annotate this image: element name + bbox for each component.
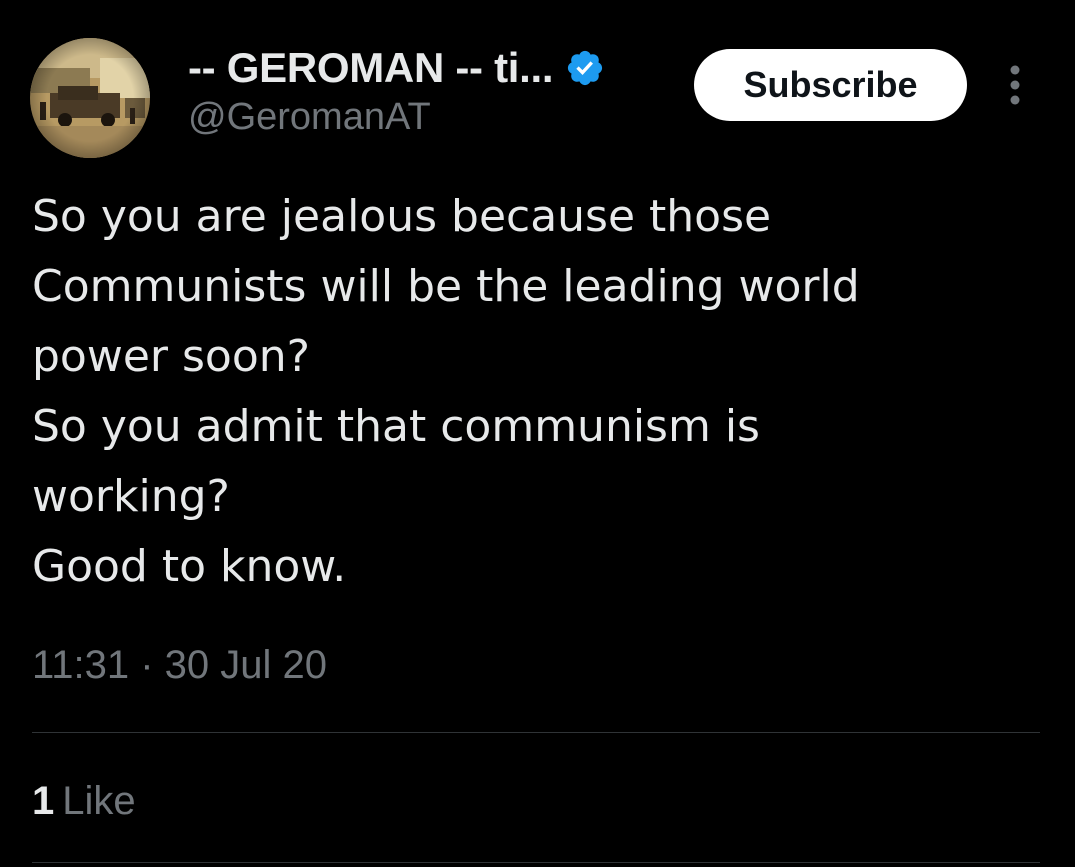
divider <box>32 732 1040 733</box>
avatar-photo-icon <box>30 38 150 158</box>
like-label: Like <box>62 779 136 823</box>
more-vertical-icon[interactable] <box>1000 62 1030 108</box>
like-count: 1 <box>32 779 55 823</box>
author-name-row: -- GEROMAN -- ti... <box>188 40 605 96</box>
tweet-text: So you are jealous because those Communi… <box>32 191 860 592</box>
author-display-name[interactable]: -- GEROMAN -- ti... <box>188 44 554 92</box>
tweet-detail: -- GEROMAN -- ti... @GeromanAT Subscribe… <box>0 0 1075 867</box>
likes-stat[interactable]: 1 Like <box>32 779 136 824</box>
subscribe-button[interactable]: Subscribe <box>694 49 967 121</box>
verified-badge-icon[interactable] <box>565 48 605 88</box>
divider-bottom <box>32 862 1040 863</box>
tweet-timestamp[interactable]: 11:31 · 30 Jul 20 <box>32 643 327 688</box>
author-handle[interactable]: @GeromanAT <box>188 96 431 139</box>
author-avatar[interactable] <box>30 38 150 158</box>
